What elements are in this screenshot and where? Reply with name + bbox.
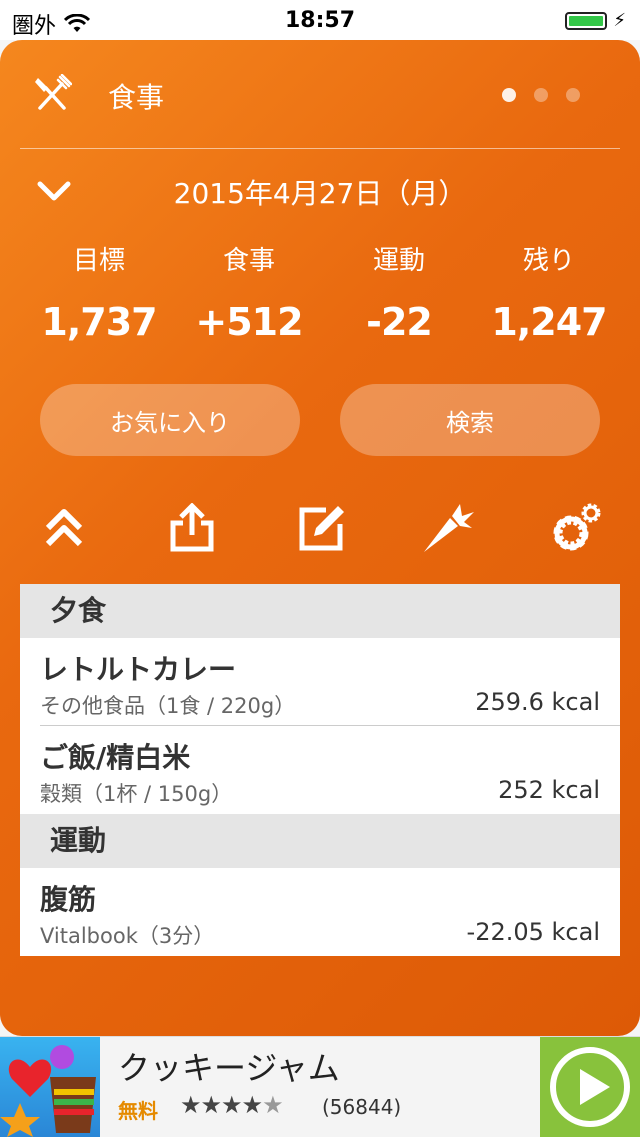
stat-meal: 食事 +512 [174, 240, 324, 344]
app-icon[interactable] [0, 1037, 100, 1137]
list-item[interactable]: レトルトカレー その他食品（1食 / 220g） 259.6 kcal [20, 638, 620, 726]
page-title: 食事 [108, 81, 165, 114]
summary-card: 食事 2015年4月27日（月） 目標 1,737 食事 +512 運動 -22… [0, 40, 640, 1036]
status-bar: 圏外 18:57 ⚡ [0, 0, 640, 40]
section-header-exercise: 運動 [20, 814, 620, 868]
header-divider [20, 148, 620, 149]
fork-knife-icon [35, 74, 72, 110]
item-kcal: -22.05 kcal [466, 918, 600, 946]
date-label[interactable]: 2015年4月27日（月） [0, 172, 640, 212]
page-dot[interactable] [534, 88, 548, 102]
stat-label: 目標 [72, 246, 125, 276]
share-icon[interactable] [164, 500, 220, 556]
collapse-up-icon[interactable] [36, 500, 92, 556]
stat-exercise: 運動 -22 [324, 240, 474, 344]
carrot-icon[interactable] [420, 500, 476, 556]
ad-banner[interactable]: クッキージャム 無料 ★★★★★ (56844) [0, 1036, 640, 1137]
item-detail: 穀類（1杯 / 150g） [40, 782, 233, 806]
search-button[interactable]: 検索 [340, 384, 600, 456]
favorites-button[interactable]: お気に入り [40, 384, 300, 456]
stat-goal: 目標 1,737 [24, 240, 174, 344]
play-button[interactable] [540, 1037, 640, 1137]
entries-list: 夕食 レトルトカレー その他食品（1食 / 220g） 259.6 kcal ご… [20, 584, 620, 956]
list-item[interactable]: 腹筋 Vitalbook（3分） -22.05 kcal [20, 868, 620, 956]
stat-value: +512 [195, 300, 303, 344]
edit-icon[interactable] [294, 500, 350, 556]
item-name: ご飯/精白米 [40, 741, 191, 774]
stat-label: 食事 [222, 246, 275, 276]
charging-icon: ⚡ [613, 10, 626, 31]
stat-label: 残り [522, 246, 575, 276]
stat-value: -22 [366, 300, 433, 344]
item-name: 腹筋 [40, 883, 97, 916]
stat-label: 運動 [372, 246, 425, 276]
item-detail: その他食品（1食 / 220g） [40, 694, 296, 718]
ad-price: 無料 [118, 1099, 158, 1123]
rating-count: (56844) [322, 1095, 402, 1119]
card-header: 食事 [0, 40, 640, 148]
page-indicator[interactable] [502, 88, 580, 102]
settings-icon[interactable] [548, 500, 604, 556]
stat-remaining: 残り 1,247 [474, 240, 624, 344]
list-item[interactable]: ご飯/精白米 穀類（1杯 / 150g） 252 kcal [20, 726, 620, 814]
calorie-stats: 目標 1,737 食事 +512 運動 -22 残り 1,247 [24, 240, 624, 344]
ad-app-name: クッキージャム [118, 1049, 340, 1087]
page-dot[interactable] [566, 88, 580, 102]
stat-value: 1,247 [491, 300, 607, 344]
stat-value: 1,737 [41, 300, 157, 344]
clock: 18:57 [284, 8, 356, 33]
section-header-dinner: 夕食 [20, 584, 620, 638]
page-dot[interactable] [502, 88, 516, 102]
battery-icon [565, 11, 608, 30]
item-detail: Vitalbook（3分） [40, 924, 215, 948]
star-rating: ★★★★★ [180, 1091, 284, 1119]
play-icon [550, 1047, 630, 1127]
item-name: レトルトカレー [40, 653, 237, 686]
item-kcal: 252 kcal [498, 776, 600, 804]
item-kcal: 259.6 kcal [475, 688, 600, 716]
battery-area: ⚡ [565, 10, 626, 31]
date-row: 2015年4月27日（月） [0, 170, 640, 214]
toolbar [0, 500, 640, 560]
